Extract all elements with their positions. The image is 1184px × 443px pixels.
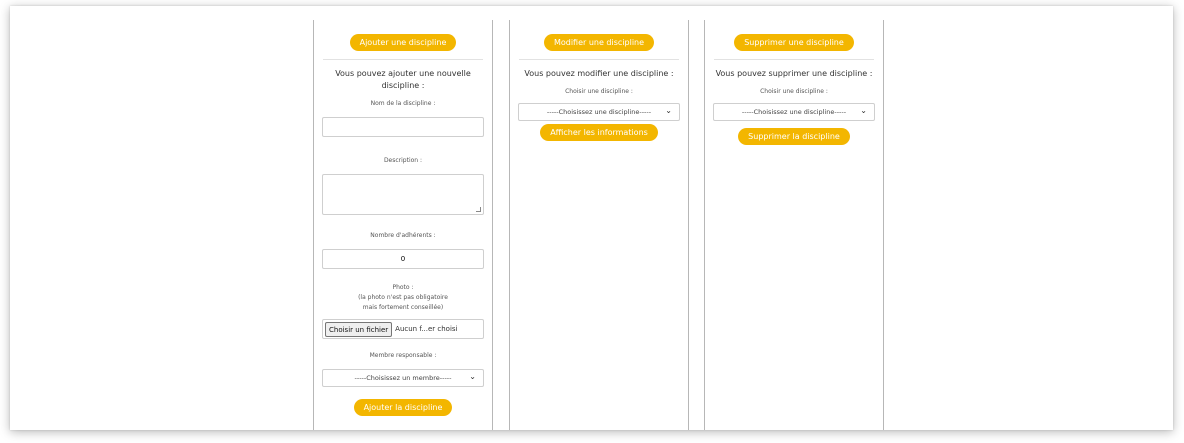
chevron-down-icon: ⌄ — [469, 372, 476, 381]
responsible-member-label: Membre responsable : — [369, 352, 437, 359]
add-discipline-panel: Ajouter une discipline Vous pouvez ajout… — [313, 20, 493, 430]
description-textarea[interactable] — [322, 174, 484, 215]
modify-select-value: -----Choisissez une discipline----- — [546, 108, 652, 116]
resize-handle-icon[interactable] — [476, 207, 481, 212]
add-intro-text: Vous pouvez ajouter une nouvelle discipl… — [335, 69, 471, 90]
show-information-button[interactable]: Afficher les informations — [540, 124, 658, 141]
photo-label: Photo : — [392, 284, 414, 291]
choose-file-button[interactable]: Choisir un fichier — [325, 321, 393, 337]
add-discipline-tab-button[interactable]: Ajouter une discipline — [349, 34, 457, 51]
members-count-input[interactable] — [322, 249, 484, 269]
chevron-down-icon: ⌄ — [860, 106, 867, 115]
modify-discipline-select[interactable]: -----Choisissez une discipline----- ⌄ — [518, 103, 680, 121]
responsible-member-select-value: -----Choisissez un membre----- — [354, 374, 452, 382]
delete-discipline-select[interactable]: -----Choisissez une discipline----- ⌄ — [713, 103, 875, 121]
divider — [519, 59, 679, 60]
divider — [714, 59, 874, 60]
delete-discipline-submit-button[interactable]: Supprimer la discipline — [738, 128, 850, 145]
delete-select-value: -----Choisissez une discipline----- — [741, 108, 847, 116]
delete-choose-label: Choisir une discipline : — [760, 88, 828, 95]
modify-choose-label: Choisir une discipline : — [565, 88, 633, 95]
delete-intro-text: Vous pouvez supprimer une discipline : — [715, 69, 873, 78]
modify-discipline-panel: Modifier une discipline Vous pouvez modi… — [509, 20, 689, 430]
photo-note-line-2: mais fortement conseillée) — [362, 304, 444, 311]
discipline-name-input[interactable] — [322, 117, 484, 137]
delete-discipline-tab-button[interactable]: Supprimer une discipline — [734, 34, 854, 51]
divider — [323, 59, 483, 60]
delete-discipline-panel: Supprimer une discipline Vous pouvez sup… — [704, 20, 884, 430]
add-discipline-submit-button[interactable]: Ajouter la discipline — [353, 399, 453, 416]
responsible-member-select[interactable]: -----Choisissez un membre----- ⌄ — [322, 369, 484, 387]
photo-note-line-1: (la photo n'est pas obligatoire — [358, 294, 448, 301]
name-label: Nom de la discipline : — [370, 100, 436, 107]
modify-intro-text: Vous pouvez modifier une discipline : — [524, 69, 674, 78]
members-count-label: Nombre d'adhérents : — [370, 232, 436, 239]
modify-discipline-tab-button[interactable]: Modifier une discipline — [543, 34, 655, 51]
file-status-text: Aucun f...er choisi — [395, 325, 458, 333]
photo-file-input[interactable]: Choisir un fichier Aucun f...er choisi — [322, 319, 484, 339]
description-label: Description : — [383, 157, 423, 164]
chevron-down-icon: ⌄ — [665, 106, 672, 115]
